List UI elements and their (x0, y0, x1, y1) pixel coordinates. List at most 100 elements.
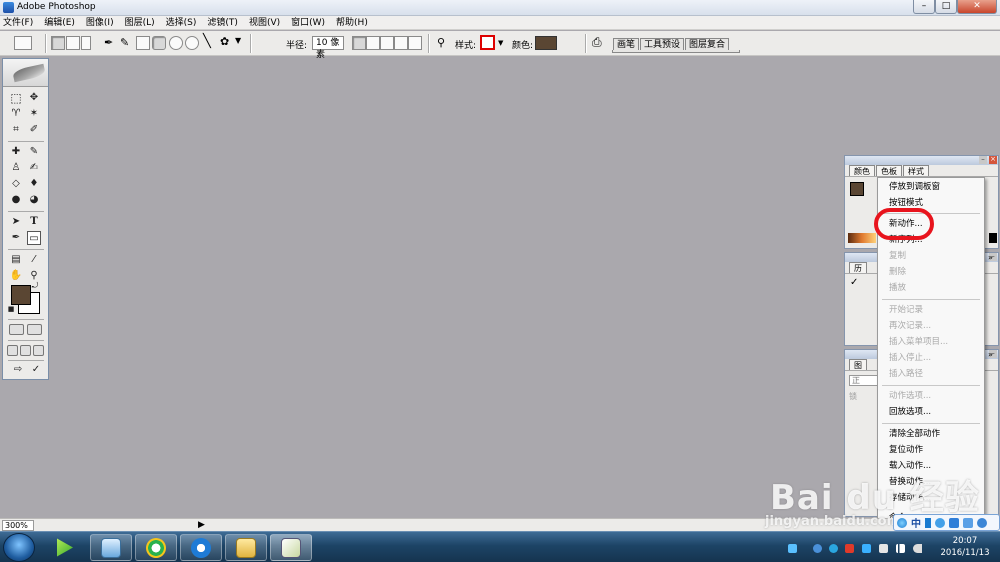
menu-file[interactable]: 文件(F) (3, 16, 33, 29)
tray-browser-icon[interactable] (829, 544, 838, 553)
maximize-button[interactable]: □ (935, 0, 957, 14)
menu-layer[interactable]: 图层(L) (125, 16, 155, 29)
style-dropdown-chevron-down-icon[interactable]: ▼ (498, 39, 503, 47)
line-shape-icon[interactable]: ╲ (203, 34, 211, 49)
swap-colors-icon[interactable]: ⤾ (30, 281, 40, 291)
tab-layers[interactable]: 图 (849, 359, 867, 370)
dodge-tool-icon[interactable]: ◕ (27, 193, 41, 207)
shape-dropdown-chevron-down-icon[interactable]: ▼ (235, 36, 241, 45)
subtract-shape-area-icon[interactable] (380, 36, 394, 50)
panel-minimize-icon[interactable]: – (979, 156, 987, 164)
polygon-shape-icon[interactable] (185, 36, 199, 50)
zoom-level-field[interactable]: 300% (2, 520, 34, 531)
tray-security-icon[interactable] (862, 544, 871, 553)
paths-mode-icon[interactable] (66, 36, 80, 50)
ellipse-shape-icon[interactable] (169, 36, 183, 50)
radius-input[interactable]: 10 像素 (312, 36, 344, 60)
fill-pixels-icon[interactable] (81, 36, 91, 50)
paint-bucket-tool-icon[interactable]: ♦ (27, 177, 41, 191)
foreground-color-swatch[interactable] (11, 285, 31, 305)
menu-item-dock-to-palette-well[interactable]: 停放到调板窗 (889, 181, 940, 193)
menu-filter[interactable]: 滤镜(T) (207, 16, 238, 29)
start-button[interactable] (3, 533, 35, 562)
path-selection-tool-icon[interactable]: ➤ (9, 215, 23, 229)
crop-tool-icon[interactable]: ⌗ (9, 123, 23, 137)
pen-icon[interactable]: ✒ (104, 36, 113, 49)
full-screen-menu-mode-button[interactable] (20, 345, 31, 356)
ime-keyboard-icon[interactable] (949, 517, 959, 528)
color-swatch[interactable] (535, 36, 557, 50)
link-icon[interactable]: ⚲ (437, 36, 445, 49)
type-tool-icon[interactable]: T (27, 215, 41, 229)
rounded-rectangle-shape-icon[interactable] (152, 36, 166, 50)
menu-item-playback-options[interactable]: 回放选项... (889, 406, 931, 418)
tool-preset-picker-icon[interactable] (14, 36, 32, 50)
tab-styles[interactable]: 样式 (903, 165, 929, 176)
quick-mask-mode-button[interactable] (27, 324, 42, 335)
tray-qq-icon[interactable] (845, 544, 854, 553)
color-ramp[interactable] (848, 233, 876, 243)
style-swatch[interactable] (480, 35, 495, 50)
menu-view[interactable]: 视图(V) (249, 16, 280, 29)
close-button[interactable]: ✕ (957, 0, 997, 14)
taskbar-app-explorer-window[interactable] (90, 534, 132, 561)
add-to-shape-area-icon[interactable] (366, 36, 380, 50)
history-checkmark-icon[interactable]: ✓ (850, 277, 858, 288)
tray-media-icon[interactable] (813, 544, 822, 553)
jump-to-check-icon[interactable]: ✓ (29, 363, 43, 377)
color-ramp-black[interactable] (989, 233, 997, 243)
tray-flag-icon[interactable] (879, 544, 888, 553)
rectangle-tool-icon[interactable]: ▭ (27, 231, 41, 245)
tray-signal-icon[interactable] (896, 544, 905, 553)
lasso-tool-icon[interactable]: ♈ (9, 107, 23, 121)
custom-shape-icon[interactable]: ✿ (220, 35, 229, 48)
pen-tool-icon[interactable]: ✒ (9, 231, 23, 245)
standard-screen-mode-button[interactable] (7, 345, 18, 356)
notes-tool-icon[interactable]: ▤ (9, 253, 23, 267)
expand-panel-chevron-icon[interactable]: » (988, 253, 993, 262)
panel-close-icon[interactable]: × (989, 156, 997, 164)
shape-layers-icon[interactable] (51, 36, 65, 50)
healing-brush-tool-icon[interactable]: ✚ (9, 145, 23, 159)
taskbar-app-media-player[interactable] (44, 534, 84, 561)
intersect-shape-area-icon[interactable] (394, 36, 408, 50)
status-menu-arrow-icon[interactable]: ▶ (198, 519, 205, 531)
history-brush-tool-icon[interactable]: ✍ (27, 161, 41, 175)
marquee-tool-icon[interactable]: ⬚ (9, 91, 23, 105)
menu-edit[interactable]: 编辑(E) (44, 16, 75, 29)
tab-color[interactable]: 颜色 (849, 165, 875, 176)
taskbar-app-internet-explorer[interactable] (180, 534, 222, 561)
minimize-button[interactable]: – (913, 0, 935, 14)
menu-item-reset-actions[interactable]: 复位动作 (889, 444, 923, 456)
blend-mode-select[interactable]: 正 (849, 375, 879, 386)
ime-logo-icon[interactable] (897, 517, 907, 528)
ime-mode-label[interactable]: 中 (911, 515, 921, 530)
freeform-pen-icon[interactable]: ✎ (120, 36, 129, 49)
taskbar-app-file-manager[interactable] (225, 534, 267, 561)
full-screen-mode-button[interactable] (33, 345, 44, 356)
taskbar-app-browser-360[interactable] (135, 534, 177, 561)
slice-tool-icon[interactable]: ✐ (27, 123, 41, 137)
taskbar-app-photoshop[interactable] (270, 534, 312, 561)
menu-image[interactable]: 图像(I) (86, 16, 114, 29)
magic-wand-tool-icon[interactable]: ✶ (27, 107, 41, 121)
menu-select[interactable]: 选择(S) (166, 16, 197, 29)
ime-punctuation-icon[interactable] (925, 517, 931, 528)
hand-tool-icon[interactable]: ✋ (9, 269, 23, 283)
default-colors-icon[interactable]: ■ (7, 305, 15, 313)
rectangle-shape-icon[interactable] (136, 36, 150, 50)
eyedropper-tool-icon[interactable]: ⁄ (27, 253, 41, 267)
panel-foreground-swatch[interactable] (850, 182, 864, 196)
tab-swatches[interactable]: 色板 (876, 165, 902, 176)
blur-tool-icon[interactable]: ● (9, 193, 23, 207)
standard-mode-button[interactable] (9, 324, 24, 335)
jump-to-imageready-icon[interactable]: ⇨ (9, 363, 27, 377)
clone-stamp-tool-icon[interactable]: ♙ (9, 161, 23, 175)
exclude-shape-area-icon[interactable] (408, 36, 422, 50)
eraser-tool-icon[interactable]: ◇ (9, 177, 23, 191)
menu-item-clear-all-actions[interactable]: 清除全部动作 (889, 428, 940, 440)
menu-help[interactable]: 帮助(H) (336, 16, 368, 29)
taskbar-clock[interactable]: 20:07 2016/11/13 (932, 535, 998, 559)
brush-tool-icon[interactable]: ✎ (27, 145, 41, 159)
expand-panel-chevron-icon[interactable]: » (988, 350, 993, 359)
